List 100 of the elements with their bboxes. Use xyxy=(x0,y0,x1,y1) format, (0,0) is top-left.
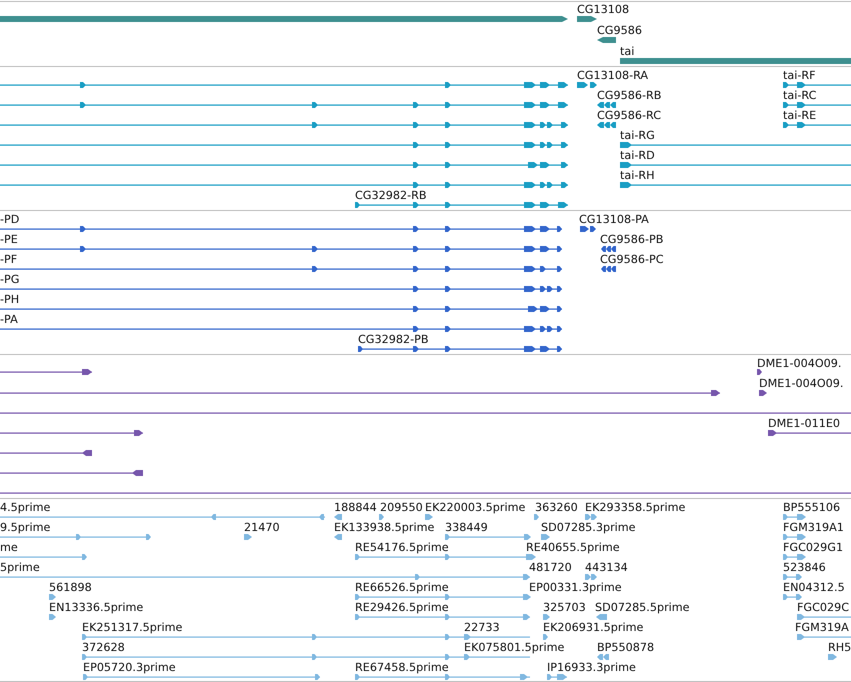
est-glyph[interactable] xyxy=(541,534,550,540)
feature-label: CG9586-PB xyxy=(600,233,664,246)
protein-glyph[interactable] xyxy=(580,226,596,232)
feature-label: CG13108 xyxy=(577,3,630,16)
feature-label: EN04312.5 xyxy=(783,581,845,594)
transcript-glyph[interactable] xyxy=(355,202,568,208)
feature-label: EK133938.5prime xyxy=(334,521,434,534)
est-glyph[interactable] xyxy=(244,534,252,540)
transcript-glyph[interactable] xyxy=(620,162,851,168)
transcript-glyph[interactable] xyxy=(597,102,616,108)
feature-label: FGC029G1 xyxy=(783,541,844,554)
est-glyph[interactable] xyxy=(596,614,607,620)
transcript-glyph[interactable] xyxy=(783,102,851,108)
est-glyph[interactable] xyxy=(783,574,802,580)
est-glyph[interactable] xyxy=(783,594,802,600)
feature-label: RE54176.5prime xyxy=(355,541,449,554)
transcript-glyph[interactable] xyxy=(0,142,568,148)
protein-glyph[interactable] xyxy=(0,266,562,272)
est-glyph[interactable] xyxy=(783,554,806,560)
est-glyph[interactable] xyxy=(828,654,837,660)
transcript-glyph[interactable] xyxy=(620,182,851,188)
est-glyph[interactable] xyxy=(49,614,56,620)
feature-label: RE66526.5prime xyxy=(355,581,449,594)
feature-label: tai-RE xyxy=(783,109,816,122)
clone-glyph[interactable] xyxy=(0,430,143,436)
clone-glyph[interactable] xyxy=(759,390,767,396)
est-glyph[interactable] xyxy=(355,614,530,620)
protein-glyph[interactable] xyxy=(601,246,616,252)
gene-glyph[interactable] xyxy=(597,37,616,43)
feature-label: tai-RG xyxy=(620,129,655,142)
est-glyph[interactable] xyxy=(464,654,470,660)
est-glyph[interactable] xyxy=(355,594,531,600)
est-glyph[interactable] xyxy=(379,514,384,520)
transcript-glyph[interactable] xyxy=(783,82,851,88)
est-glyph[interactable] xyxy=(585,514,597,520)
est-glyph[interactable] xyxy=(0,514,325,520)
est-glyph[interactable] xyxy=(543,634,548,640)
est-glyph[interactable] xyxy=(783,514,806,520)
feature-label: IP16933.3prime xyxy=(547,661,636,674)
feature-label: BP550878 xyxy=(597,641,654,654)
est-glyph[interactable] xyxy=(334,534,342,540)
est-glyph[interactable] xyxy=(82,654,530,660)
clone-glyph[interactable] xyxy=(0,369,92,375)
est-glyph[interactable] xyxy=(534,514,539,520)
protein-glyph[interactable] xyxy=(0,326,562,332)
est-glyph[interactable] xyxy=(543,614,550,620)
transcript-glyph[interactable] xyxy=(620,142,851,148)
est-glyph[interactable] xyxy=(547,674,567,680)
est-glyph[interactable] xyxy=(783,534,806,540)
protein-glyph[interactable] xyxy=(0,306,562,312)
feature-label: CG13108-RA xyxy=(577,69,648,82)
transcript-glyph[interactable] xyxy=(597,122,616,128)
est-glyph[interactable] xyxy=(526,554,536,560)
transcript-glyph[interactable] xyxy=(577,82,597,88)
transcript-glyph[interactable] xyxy=(0,82,568,88)
protein-glyph[interactable] xyxy=(0,246,562,252)
feature-label: -PH xyxy=(0,293,20,306)
transcript-glyph[interactable] xyxy=(783,122,851,128)
est-glyph[interactable] xyxy=(797,634,851,640)
feature-label: EP05720.3prime xyxy=(83,661,176,674)
feature-label: FGC029C xyxy=(797,601,850,614)
est-glyph[interactable] xyxy=(83,674,320,680)
transcript-glyph[interactable] xyxy=(0,102,568,108)
est-glyph[interactable] xyxy=(597,654,609,660)
clone-glyph[interactable] xyxy=(768,430,851,436)
est-glyph[interactable] xyxy=(0,534,151,540)
feature-label: FGM319A xyxy=(795,621,849,634)
feature-label: RE29426.5prime xyxy=(355,601,449,614)
feature-label: EK206931.5prime xyxy=(543,621,644,634)
gene-glyph[interactable] xyxy=(577,16,597,22)
clone-glyph[interactable] xyxy=(0,450,92,456)
protein-glyph[interactable] xyxy=(601,266,616,272)
feature-label: CG32982-RB xyxy=(355,189,427,202)
protein-glyph[interactable] xyxy=(0,226,562,232)
protein-glyph[interactable] xyxy=(0,286,562,292)
feature-label: CG9586-RC xyxy=(597,109,662,122)
transcript-glyph[interactable] xyxy=(0,162,568,168)
feature-label: -PA xyxy=(0,313,18,326)
est-glyph[interactable] xyxy=(797,614,851,620)
feature-label: DME1-004O09. xyxy=(757,357,842,370)
transcript-glyph[interactable] xyxy=(0,182,568,188)
est-glyph[interactable] xyxy=(355,674,530,680)
protein-glyph[interactable] xyxy=(358,346,562,352)
est-glyph[interactable] xyxy=(49,594,56,600)
est-glyph[interactable] xyxy=(0,554,87,560)
est-glyph[interactable] xyxy=(82,634,530,640)
est-glyph[interactable] xyxy=(464,634,471,640)
est-glyph[interactable] xyxy=(334,514,342,520)
clone-glyph[interactable] xyxy=(0,390,720,396)
feature-label: tai-RH xyxy=(620,169,655,182)
feature-label: RH5 xyxy=(828,641,851,654)
est-glyph[interactable] xyxy=(0,574,530,580)
clone-glyph[interactable] xyxy=(0,470,143,476)
est-glyph[interactable] xyxy=(585,574,597,580)
transcript-glyph[interactable] xyxy=(0,122,568,128)
est-glyph[interactable] xyxy=(445,534,531,540)
feature-label: 523846 xyxy=(783,561,826,574)
est-glyph[interactable] xyxy=(425,514,433,520)
feature-label: 5prime xyxy=(0,561,40,574)
clone-glyph[interactable] xyxy=(757,369,762,375)
